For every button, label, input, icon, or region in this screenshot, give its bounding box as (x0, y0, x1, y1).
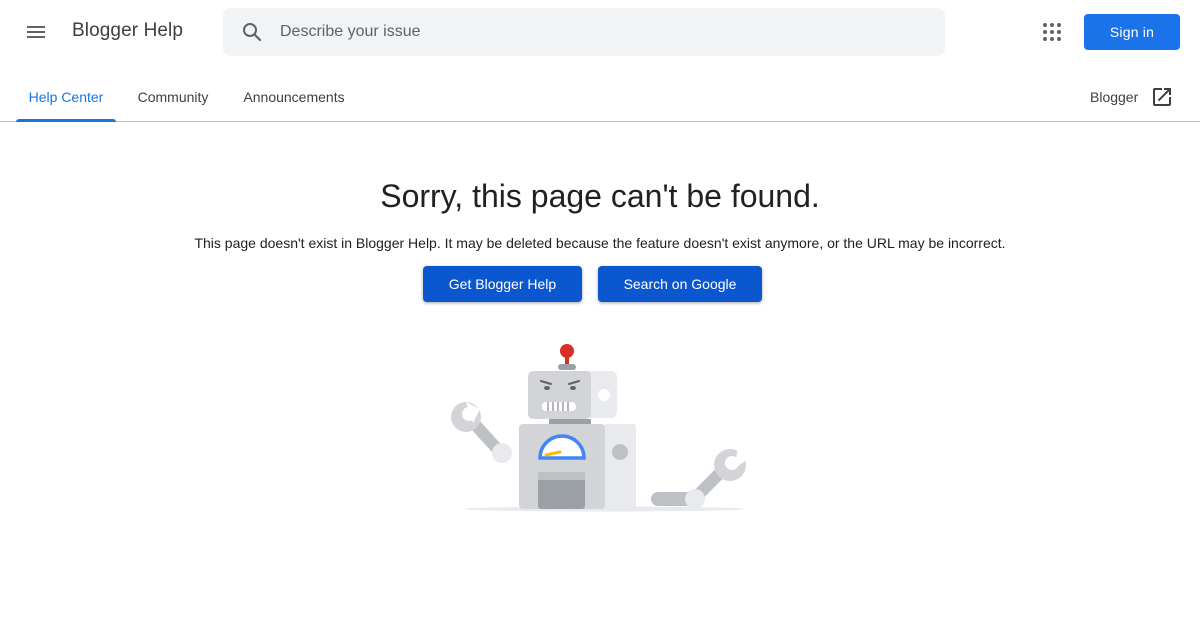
google-apps-grid-icon (1043, 23, 1061, 41)
search-on-google-button[interactable]: Search on Google (598, 266, 762, 302)
open-in-new-icon (1150, 85, 1174, 109)
blogger-external-link[interactable]: Blogger (1090, 72, 1174, 121)
tab-bar: Help Center Community Announcements Blog… (0, 72, 1200, 122)
google-apps-button[interactable] (1030, 10, 1074, 54)
error-title: Sorry, this page can't be found. (380, 178, 820, 214)
error-message: This page doesn't exist in Blogger Help.… (194, 235, 1006, 251)
broken-robot-illustration (451, 344, 748, 512)
tab-announcements[interactable]: Announcements (230, 72, 358, 121)
main-menu-button[interactable] (14, 10, 58, 54)
app-title[interactable]: Blogger Help (72, 20, 183, 42)
tab-community[interactable]: Community (124, 72, 222, 121)
top-app-bar: Blogger Help Sign in (0, 0, 1200, 64)
search-icon[interactable] (240, 20, 264, 44)
search-input[interactable] (264, 8, 945, 56)
sign-in-button[interactable]: Sign in (1084, 14, 1180, 50)
tab-help-center[interactable]: Help Center (16, 72, 116, 122)
blogger-link-label: Blogger (1090, 88, 1139, 105)
search-box[interactable] (223, 8, 945, 56)
hamburger-menu-icon (27, 26, 45, 38)
get-blogger-help-button[interactable]: Get Blogger Help (423, 266, 582, 302)
